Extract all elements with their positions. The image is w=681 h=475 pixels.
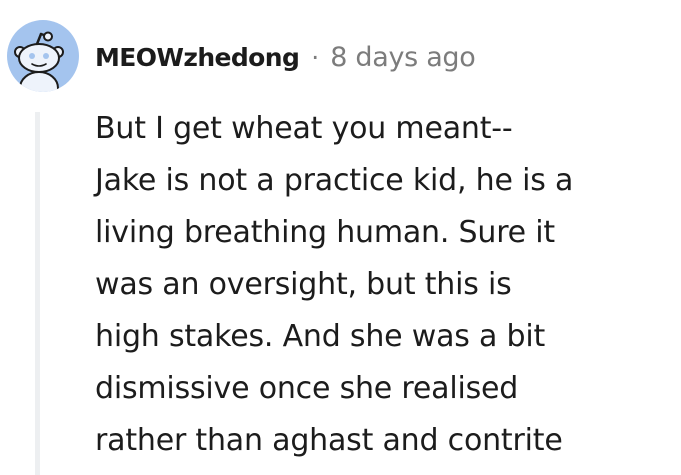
comment-body-line: Jake is not a practice kid, he is a [95,163,574,198]
comment-body-line: But I get wheat you meant-- [95,111,513,146]
comment-body-line: was an oversight, but this is [95,267,512,302]
user-avatar[interactable] [7,20,79,92]
thread-collapse-line[interactable] [35,112,40,475]
meta-separator: · [311,42,320,72]
comment-header: MEOWzhedong · 8 days ago [95,38,476,76]
author-username[interactable]: MEOWzhedong [95,43,300,72]
comment-body: But I get wheat you meant-- Jake is not … [95,103,675,467]
comment-body-line: dismissive once she realised [95,371,519,406]
comment-body-line: living breathing human. Sure it [95,215,555,250]
comment-body-line: high stakes. And she was a bit [95,319,546,354]
reddit-snoo-avatar-icon [14,31,64,92]
comment-timestamp[interactable]: 8 days ago [330,42,476,73]
comment-body-line: rather than aghast and contrite [95,423,563,458]
comment: MEOWzhedong · 8 days ago But I get wheat… [0,0,681,475]
